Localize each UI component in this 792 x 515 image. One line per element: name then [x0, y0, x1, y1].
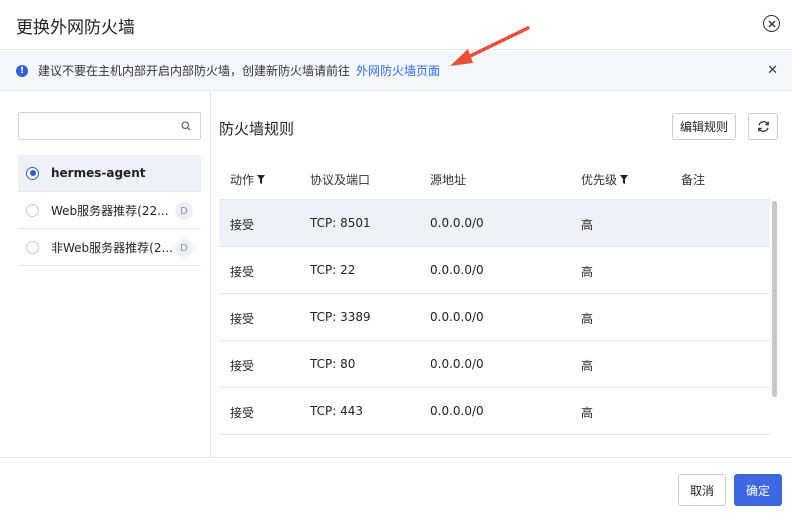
default-badge: D — [175, 239, 193, 257]
table-row[interactable]: 接受 TCP: 3389 0.0.0.0/0 高 — [219, 294, 770, 341]
filter-icon[interactable] — [620, 175, 629, 184]
cell-port: TCP: 80 — [310, 357, 356, 371]
column-label: 动作 — [230, 173, 255, 187]
firewall-item-web-server[interactable]: Web服务器推荐(22... D — [18, 192, 201, 229]
firewall-item-hermes-agent[interactable]: hermes-agent — [18, 155, 201, 192]
notice-bar: ! 建议不要在主机内部开启内部防火墙，创建新防火墙请前往 外网防火墙页面 ✕ — [0, 51, 792, 91]
cell-priority: 高 — [581, 312, 594, 326]
radio-button[interactable] — [26, 166, 39, 180]
cancel-button[interactable]: 取消 — [678, 474, 726, 506]
firewall-item-non-web-server[interactable]: 非Web服务器推荐(2... D — [18, 229, 201, 266]
column-action[interactable]: 动作 — [230, 171, 266, 188]
table-header: 动作 协议及端口 源地址 优先级 备注 — [219, 155, 770, 200]
cell-action: 接受 — [230, 312, 255, 326]
radio-button[interactable] — [26, 240, 39, 254]
cell-source: 0.0.0.0/0 — [430, 216, 484, 230]
cell-action: 接受 — [230, 406, 255, 420]
firewall-item-label: 非Web服务器推荐(2... — [51, 240, 173, 255]
cell-priority: 高 — [581, 359, 594, 373]
firewall-list-panel: hermes-agent Web服务器推荐(22... D 非Web服务器推荐(… — [18, 112, 201, 266]
rules-title: 防火墙规则 — [219, 120, 295, 138]
firewall-item-label: Web服务器推荐(22... — [51, 203, 169, 218]
column-label: 协议及端口 — [310, 173, 371, 187]
rules-table: 动作 协议及端口 源地址 优先级 备注 接受 TCP: 8501 0.0.0.0… — [219, 155, 770, 435]
cell-source: 0.0.0.0/0 — [430, 310, 484, 324]
column-label: 源地址 — [430, 173, 467, 187]
annotation-arrow — [450, 26, 530, 66]
cell-source: 0.0.0.0/0 — [430, 404, 484, 418]
radio-button[interactable] — [26, 203, 39, 217]
table-row[interactable]: 接受 TCP: 8501 0.0.0.0/0 高 — [219, 200, 770, 247]
filter-icon[interactable] — [257, 175, 266, 184]
table-scrollbar[interactable] — [772, 201, 777, 397]
firewall-list: hermes-agent Web服务器推荐(22... D 非Web服务器推荐(… — [18, 155, 201, 266]
cell-source: 0.0.0.0/0 — [430, 357, 484, 371]
table-row[interactable]: 接受 TCP: 443 0.0.0.0/0 高 — [219, 388, 770, 435]
cell-port: TCP: 22 — [310, 263, 356, 277]
column-source: 源地址 — [430, 171, 466, 188]
firewall-item-label: hermes-agent — [51, 166, 146, 180]
default-badge: D — [175, 202, 193, 220]
column-port: 协议及端口 — [310, 171, 370, 188]
dialog-title: 更换外网防火墙 — [16, 18, 135, 38]
table-body: 接受 TCP: 8501 0.0.0.0/0 高 接受 TCP: 22 0.0.… — [219, 200, 770, 435]
cell-action: 接受 — [230, 265, 255, 279]
confirm-button[interactable]: 确定 — [734, 474, 782, 506]
info-icon: ! — [16, 64, 28, 77]
panel-divider — [210, 91, 211, 457]
cell-port: TCP: 443 — [310, 404, 364, 418]
dialog-footer: 取消 确定 — [0, 457, 792, 515]
column-priority[interactable]: 优先级 — [581, 171, 629, 188]
dialog-header: 更换外网防火墙 — [0, 0, 792, 50]
notice-text: 建议不要在主机内部开启内部防火墙，创建新防火墙请前往 — [38, 64, 351, 78]
cell-priority: 高 — [581, 218, 594, 232]
cell-action: 接受 — [230, 359, 255, 373]
column-label: 备注 — [681, 173, 706, 187]
cell-action: 接受 — [230, 218, 255, 232]
column-note: 备注 — [681, 171, 705, 188]
firewall-search-input[interactable] — [18, 112, 201, 140]
cell-port: TCP: 3389 — [310, 310, 371, 324]
cell-priority: 高 — [581, 265, 594, 279]
firewall-page-link[interactable]: 外网防火墙页面 — [356, 62, 440, 79]
cell-port: TCP: 8501 — [310, 216, 371, 230]
cell-priority: 高 — [581, 406, 594, 420]
table-row[interactable]: 接受 TCP: 22 0.0.0.0/0 高 — [219, 247, 770, 294]
table-row[interactable]: 接受 TCP: 80 0.0.0.0/0 高 — [219, 341, 770, 388]
notice-close-icon[interactable]: ✕ — [767, 63, 778, 78]
refresh-icon — [757, 121, 769, 132]
close-icon[interactable] — [763, 15, 780, 32]
refresh-button[interactable] — [748, 113, 778, 140]
column-label: 优先级 — [581, 173, 618, 187]
edit-rules-button[interactable]: 编辑规则 — [672, 113, 736, 140]
search-icon — [181, 121, 191, 131]
cell-source: 0.0.0.0/0 — [430, 263, 484, 277]
